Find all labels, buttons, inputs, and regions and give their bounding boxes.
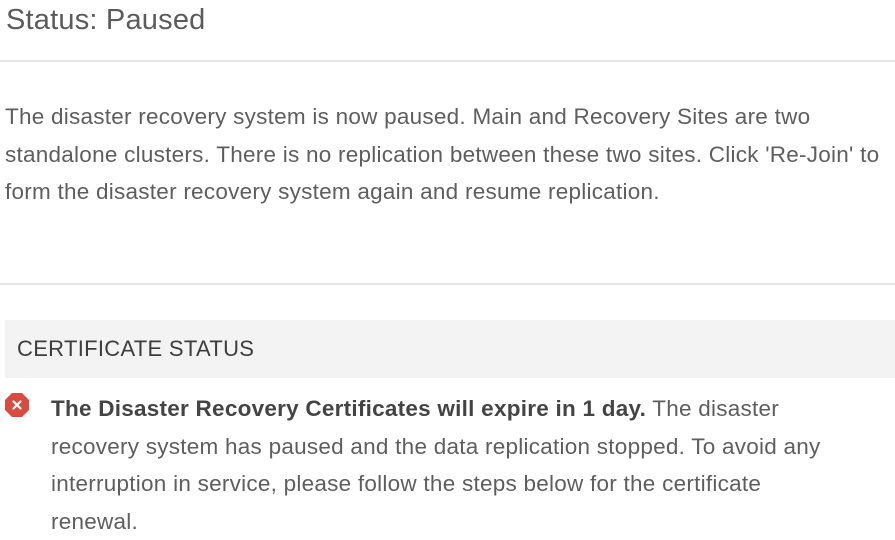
certificate-status-header: CERTIFICATE STATUS — [5, 320, 895, 378]
status-title: Status: Paused — [6, 4, 206, 36]
header-divider — [0, 60, 895, 62]
section-divider — [0, 283, 895, 285]
certificate-status-title: CERTIFICATE STATUS — [17, 336, 255, 361]
alert-headline: The Disaster Recovery Certificates will … — [51, 396, 647, 421]
pause-description: The disaster recovery system is now paus… — [5, 104, 880, 204]
error-icon — [5, 393, 29, 417]
alert-message: The Disaster Recovery Certificates will … — [51, 390, 851, 540]
